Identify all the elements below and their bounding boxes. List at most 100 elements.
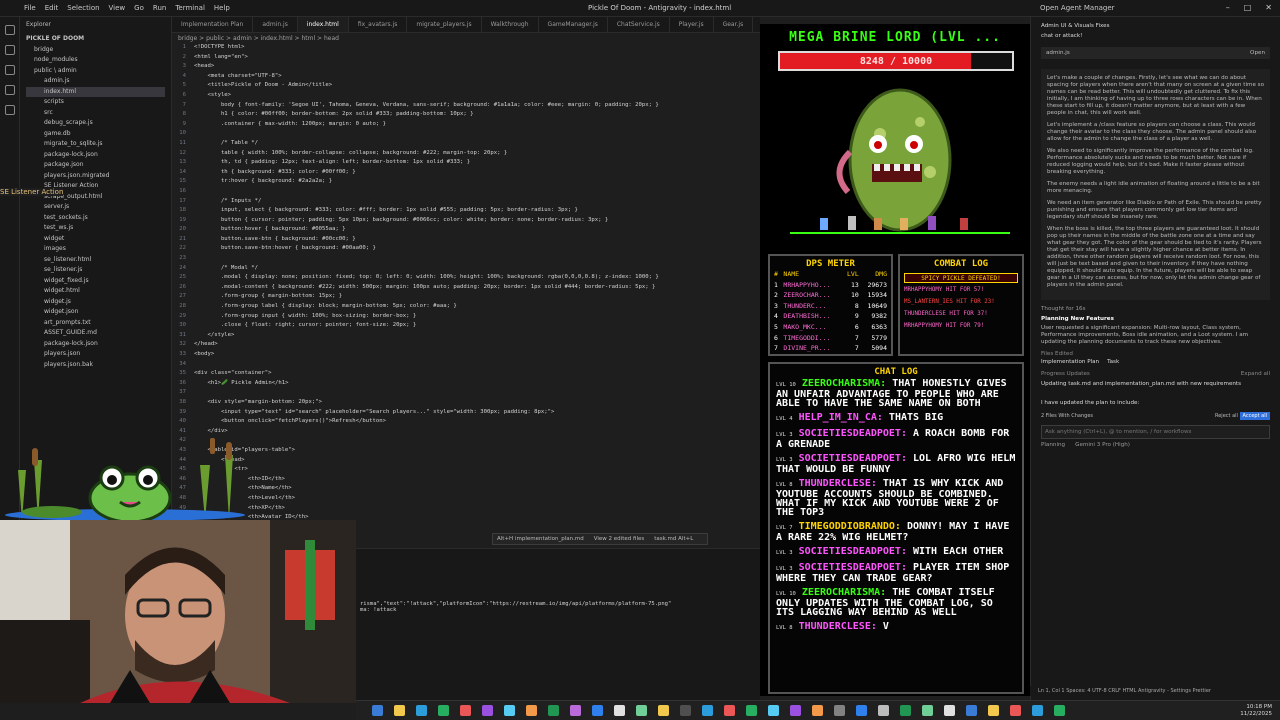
taskbar-app-icon[interactable] (988, 705, 999, 716)
explorer-item[interactable]: test_ws.js (26, 223, 165, 234)
review-files-link[interactable]: View 2 edited files (594, 536, 644, 542)
open-button[interactable]: Open (1250, 50, 1265, 56)
explorer-item[interactable]: widget.js (26, 297, 165, 308)
taskbar-app-icon[interactable] (614, 705, 625, 716)
explorer-item[interactable]: scripts (26, 97, 165, 108)
taskbar-app-icon[interactable] (526, 705, 537, 716)
taskbar-app-icon[interactable] (416, 705, 427, 716)
taskbar-app-icon[interactable] (1010, 705, 1021, 716)
agent-input[interactable]: Ask anything (Ctrl+L), @ to mention, / f… (1041, 425, 1270, 439)
explorer-item[interactable]: src (26, 108, 165, 119)
explorer-item[interactable]: game.db (26, 129, 165, 140)
taskbar-app-icon[interactable] (702, 705, 713, 716)
tab-5[interactable]: Walkthrough (482, 17, 539, 32)
tab-2[interactable]: index.html (297, 17, 349, 32)
run-debug-icon[interactable] (5, 85, 15, 95)
taskbar-app-icon[interactable] (724, 705, 735, 716)
taskbar-app-icon[interactable] (878, 705, 889, 716)
menu-item-file[interactable]: File (24, 4, 36, 12)
explorer-item[interactable]: widget (26, 234, 165, 245)
tab-7[interactable]: ChatService.js (608, 17, 670, 32)
menu-item-go[interactable]: Go (134, 4, 144, 12)
accept-all-button[interactable]: Accept all (1239, 412, 1270, 420)
taskbar-app-icon[interactable] (438, 705, 449, 716)
source-control-icon[interactable] (5, 65, 15, 75)
explorer-item[interactable]: package.json (26, 160, 165, 171)
taskbar-app-icon[interactable] (856, 705, 867, 716)
close-icon[interactable]: ✕ (1265, 3, 1272, 12)
tab-9[interactable]: Gear.js (714, 17, 754, 32)
file-chip[interactable]: admin.js (1046, 50, 1070, 56)
search-icon[interactable] (5, 45, 15, 55)
extensions-icon[interactable] (5, 105, 15, 115)
explorer-item[interactable]: art_prompts.txt (26, 318, 165, 329)
file-edited-task[interactable]: Task (1107, 359, 1119, 365)
tab-8[interactable]: Player.js (670, 17, 714, 32)
taskbar-app-icon[interactable] (900, 705, 911, 716)
explorer-item[interactable]: bridge (26, 45, 165, 56)
thought-label[interactable]: Thought for 16s (1041, 306, 1270, 312)
taskbar-app-icon[interactable] (570, 705, 581, 716)
taskbar-app-icon[interactable] (834, 705, 845, 716)
minimize-icon[interactable]: – (1226, 3, 1230, 12)
taskbar-app-icon[interactable] (658, 705, 669, 716)
model-selector[interactable]: Gemini 3 Pro (High) (1075, 442, 1130, 448)
taskbar-app-icon[interactable] (482, 705, 493, 716)
taskbar-app-icon[interactable] (548, 705, 559, 716)
taskbar-app-icon[interactable] (592, 705, 603, 716)
explorer-item[interactable]: index.html (26, 86, 165, 97)
explorer-item[interactable]: players.json (26, 349, 165, 360)
menu-item-help[interactable]: Help (214, 4, 230, 12)
explorer-item[interactable]: test_sockets.js (26, 213, 165, 224)
terminal-panel[interactable]: risma","text":"!attack","platformIcon":"… (356, 548, 760, 703)
explorer-item[interactable]: ASSET_GUIDE.md (26, 328, 165, 339)
code-editor[interactable]: 1 <!DOCTYPE html> 2 <html lang="en"> 3 <head>… (172, 43, 760, 523)
taskbar-app-icon[interactable] (812, 705, 823, 716)
explorer-item[interactable]: images (26, 244, 165, 255)
menu-item-run[interactable]: Run (153, 4, 166, 12)
taskbar-app-icon[interactable] (768, 705, 779, 716)
agent-manager-button[interactable]: Open Agent Manager (1040, 4, 1115, 12)
taskbar-app-icon[interactable] (680, 705, 691, 716)
tab-4[interactable]: migrate_players.js (407, 17, 482, 32)
reject-all-button[interactable]: Reject all (1215, 413, 1238, 419)
explorer-item[interactable]: server.js (26, 202, 165, 213)
explorer-item[interactable]: widget.json (26, 307, 165, 318)
explorer-item[interactable]: se_listener.js (26, 265, 165, 276)
explorer-item[interactable]: players.json.migrated (26, 171, 165, 182)
explorer-item[interactable]: se_listener.html (26, 255, 165, 266)
explorer-item[interactable]: debug_scrape.js (26, 118, 165, 129)
explorer-item[interactable]: admin.js (26, 76, 165, 87)
taskbar-app-icon[interactable] (966, 705, 977, 716)
taskbar-app-icon[interactable] (460, 705, 471, 716)
taskbar-app-icon[interactable] (790, 705, 801, 716)
menu-item-terminal[interactable]: Terminal (175, 4, 205, 12)
taskbar-app-icon[interactable] (636, 705, 647, 716)
explorer-item[interactable]: widget.html (26, 286, 165, 297)
taskbar-app-icon[interactable] (372, 705, 383, 716)
explorer-item[interactable]: package-lock.json (26, 339, 165, 350)
review-plan-link[interactable]: Alt+H implementation_plan.md (497, 536, 584, 542)
tab-6[interactable]: GameManager.js (539, 17, 608, 32)
review-task-link[interactable]: task.md Alt+L (654, 536, 693, 542)
tab-1[interactable]: admin.js (253, 17, 298, 32)
taskbar-app-icon[interactable] (944, 705, 955, 716)
explorer-icon[interactable] (5, 25, 15, 35)
menu-item-edit[interactable]: Edit (45, 4, 59, 12)
taskbar-app-icon[interactable] (1032, 705, 1043, 716)
menu-item-selection[interactable]: Selection (67, 4, 99, 12)
tab-3[interactable]: fix_avatars.js (349, 17, 408, 32)
taskbar-app-icon[interactable] (922, 705, 933, 716)
file-edited-plan[interactable]: Implementation Plan (1041, 359, 1099, 365)
explorer-item[interactable]: players.json.bak (26, 360, 165, 371)
mode-selector[interactable]: Planning (1041, 442, 1065, 448)
tab-0[interactable]: Implementation Plan (172, 17, 254, 32)
taskbar-app-icon[interactable] (394, 705, 405, 716)
taskbar-app-icon[interactable] (1054, 705, 1065, 716)
menu-item-view[interactable]: View (109, 4, 126, 12)
taskbar-app-icon[interactable] (746, 705, 757, 716)
explorer-item[interactable]: node_modules (26, 55, 165, 66)
explorer-root[interactable]: PICKLE OF DOOM (26, 34, 165, 45)
explorer-item[interactable]: migrate_to_sqlite.js (26, 139, 165, 150)
expand-all-button[interactable]: Expand all (1241, 371, 1270, 377)
